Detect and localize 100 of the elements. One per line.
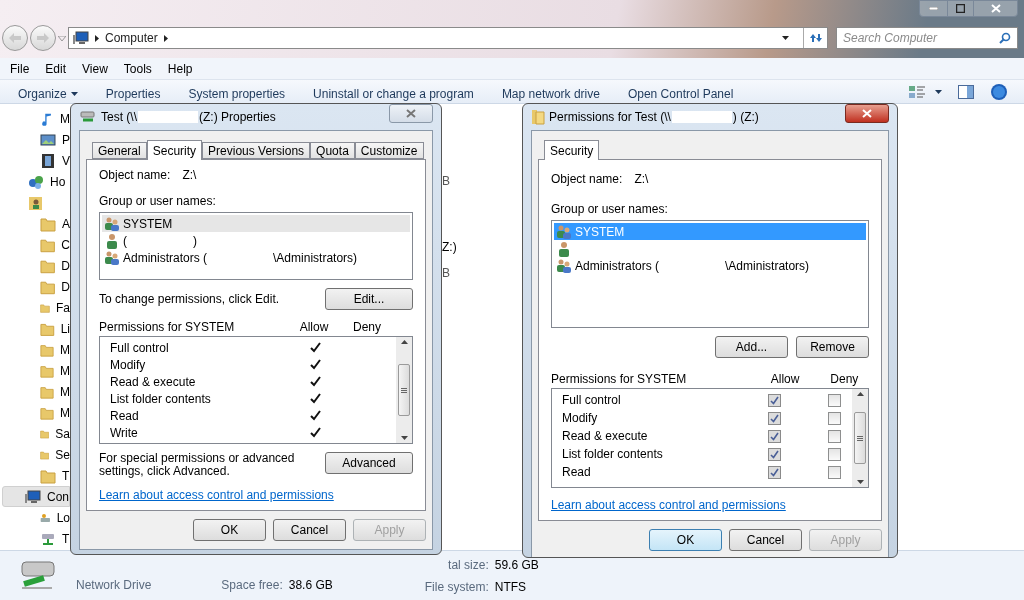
toolbar-button[interactable]: Open Control Panel — [627, 84, 734, 103]
menu-item[interactable]: File — [10, 59, 30, 78]
nav-item[interactable]: Li — [0, 318, 70, 339]
toolbar-button[interactable]: Map network drive — [501, 84, 600, 103]
scroll-thumb[interactable] — [854, 412, 866, 464]
column-header: Deny — [829, 371, 860, 386]
permission-name: List folder contents — [562, 446, 664, 463]
breadcrumb[interactable]: Computer — [105, 29, 158, 47]
tab[interactable]: Customize — [354, 142, 424, 159]
column-header: Allow — [299, 319, 329, 334]
nav-item[interactable]: Se — [0, 444, 70, 465]
nav-item[interactable]: M — [0, 381, 70, 402]
checkbox[interactable] — [767, 411, 781, 425]
nav-item[interactable]: D — [0, 276, 70, 297]
tab[interactable]: Previous Versions — [202, 142, 311, 159]
nav-item[interactable]: Con — [2, 486, 70, 507]
close-button[interactable] — [845, 104, 889, 123]
dialog-button[interactable]: Remove — [796, 336, 869, 358]
help-link[interactable]: Learn about access control and permissions — [551, 498, 786, 512]
permission-name: Modify — [110, 356, 147, 374]
permission-name: Read & execute — [562, 428, 649, 445]
nav-item[interactable]: P — [0, 129, 70, 150]
help-link[interactable]: Learn about access control and permissions — [99, 488, 334, 502]
nav-item[interactable]: M — [0, 339, 70, 360]
dialog-button[interactable]: Add... — [715, 336, 788, 358]
nav-item[interactable]: A — [0, 213, 70, 234]
dialog-button[interactable]: Advanced — [325, 452, 413, 474]
scrollbar[interactable] — [852, 389, 868, 487]
nav-item[interactable]: C — [0, 234, 70, 255]
menu-item[interactable]: View — [82, 59, 108, 78]
computer-icon — [25, 488, 41, 505]
dialog-button[interactable]: Cancel — [729, 529, 802, 551]
dialog-button[interactable]: OK — [193, 519, 266, 541]
tab[interactable]: Quota — [310, 142, 355, 159]
tab[interactable]: Security — [544, 140, 600, 160]
checkbox[interactable] — [767, 465, 781, 479]
user-list-item[interactable]: Administrators ( \Administrators) — [554, 257, 866, 274]
drive-type: Network Drive — [76, 576, 152, 594]
nav-item[interactable]: M — [0, 402, 70, 423]
nav-item[interactable]: M — [0, 360, 70, 381]
view-options-button[interactable] — [909, 84, 942, 99]
back-arrow-icon — [9, 33, 21, 43]
user-group-icon — [104, 215, 120, 232]
nav-item[interactable]: Ho — [0, 171, 70, 192]
scroll-thumb[interactable] — [398, 364, 410, 416]
toolbar-button[interactable]: Properties — [105, 84, 161, 103]
nav-item[interactable]: Sa — [0, 423, 70, 444]
dropdown-arrow-icon — [782, 36, 789, 40]
minimize-icon — [929, 7, 938, 10]
close-icon — [990, 4, 1001, 13]
drive-label: B — [442, 265, 450, 282]
checkbox[interactable] — [827, 465, 841, 479]
preview-pane-icon[interactable] — [958, 84, 974, 99]
toolbar-button[interactable]: System properties — [188, 84, 286, 103]
user-icon — [104, 232, 120, 249]
user-list-item[interactable]: Administrators ( \Administrators) — [102, 249, 410, 266]
user-list-item[interactable]: ( ) — [102, 232, 410, 249]
search-field[interactable]: Search Computer — [836, 27, 1018, 49]
dialog-button[interactable]: OK — [649, 529, 722, 551]
scrollbar[interactable] — [396, 337, 412, 443]
user-group-icon — [556, 257, 572, 274]
nav-item[interactable]: M — [0, 108, 70, 129]
checkbox[interactable] — [827, 447, 841, 461]
forward-arrow-icon — [37, 33, 49, 43]
nav-item[interactable]: T — [0, 465, 70, 486]
nav-item[interactable]: D — [0, 255, 70, 276]
nav-item[interactable]: Fa — [0, 297, 70, 318]
checkbox[interactable] — [827, 411, 841, 425]
user-list-item[interactable]: SYSTEM — [102, 215, 410, 232]
address-bar[interactable]: Computer — [68, 27, 828, 49]
checkbox[interactable] — [827, 393, 841, 407]
dialog-button[interactable]: Edit... — [325, 288, 413, 310]
toolbar-button[interactable]: Organize — [18, 84, 78, 103]
checkbox[interactable] — [827, 429, 841, 443]
checkbox[interactable] — [767, 447, 781, 461]
section-label: Group or user names: — [551, 201, 669, 218]
grip-icon — [401, 387, 407, 393]
folder-icon — [531, 109, 545, 125]
nav-item[interactable]: Lo — [0, 507, 70, 528]
dropdown-arrow-icon — [70, 91, 78, 96]
detail-label: tal size: — [447, 556, 489, 574]
detail-value: 59.6 GB — [494, 556, 539, 574]
restore-icon — [956, 4, 965, 13]
scroll-down-icon — [856, 480, 864, 484]
menu-item[interactable]: Tools — [123, 59, 152, 78]
scroll-down-icon — [400, 436, 408, 440]
tab[interactable]: General — [92, 142, 147, 159]
dialog-button[interactable]: Cancel — [273, 519, 346, 541]
section-label: Group or user names: — [99, 193, 217, 210]
checkbox[interactable] — [767, 393, 781, 407]
permission-name: Read & execute — [110, 373, 197, 391]
menu-item[interactable]: Help — [167, 59, 193, 78]
checkbox[interactable] — [767, 429, 781, 443]
menu-item[interactable]: Edit — [45, 59, 67, 78]
tab[interactable]: Security — [146, 140, 203, 160]
permission-name: Full control — [562, 392, 622, 409]
toolbar-button[interactable]: Uninstall or change a program — [313, 84, 474, 103]
nav-item[interactable]: V — [0, 150, 70, 171]
nav-item[interactable]: T — [0, 528, 70, 549]
user-folder-icon — [28, 194, 44, 211]
